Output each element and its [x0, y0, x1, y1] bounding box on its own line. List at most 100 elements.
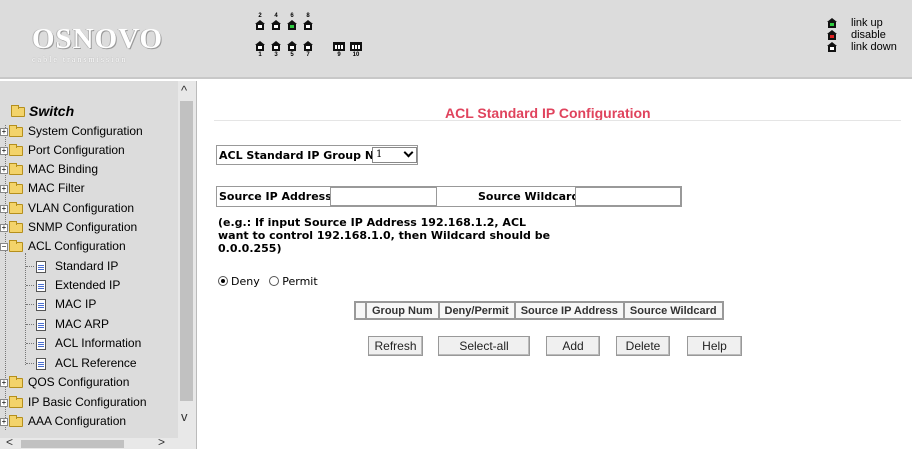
horizontal-scroll-thumb[interactable]: [21, 440, 124, 448]
acl-table: Group Num Deny/Permit Source IP Address …: [354, 301, 724, 320]
sidebar-item-mac-ip[interactable]: MAC IP: [26, 295, 96, 314]
port-6[interactable]: 6: [286, 12, 298, 30]
port-number: 8: [306, 13, 310, 19]
permit-label: Permit: [282, 275, 318, 288]
sidebar-item-label: Port Configuration: [28, 143, 125, 157]
port-1[interactable]: 1: [254, 41, 266, 59]
port-4[interactable]: 4: [270, 12, 282, 30]
port-legend: link up disable link down: [827, 17, 907, 53]
folder-icon: [9, 220, 23, 233]
scroll-right-icon[interactable]: >: [158, 436, 165, 448]
port-5[interactable]: 5: [286, 41, 298, 59]
logo-subtitle: cable transmission: [32, 55, 128, 64]
scroll-up-icon[interactable]: ^: [181, 84, 187, 97]
port-8[interactable]: 8: [302, 12, 314, 30]
sidebar-item-mac-binding[interactable]: + MAC Binding: [0, 160, 98, 179]
source-ip-input[interactable]: [330, 187, 437, 206]
expand-icon: +: [0, 397, 8, 407]
sfp-port-10[interactable]: 10: [349, 42, 363, 59]
sidebar-item-label: VLAN Configuration: [28, 201, 135, 215]
refresh-button[interactable]: Refresh: [368, 336, 423, 356]
folder-icon: [9, 395, 23, 408]
port-icon-link-up: [287, 20, 297, 30]
port-icon: [271, 20, 281, 30]
expand-icon: +: [0, 126, 8, 136]
port-3[interactable]: 3: [270, 41, 282, 59]
expand-icon: +: [0, 222, 8, 232]
add-button[interactable]: Add: [546, 336, 600, 356]
folder-icon: [9, 414, 23, 427]
deny-radio[interactable]: [218, 276, 228, 286]
sidebar-item-aaa-configuration[interactable]: + AAA Configuration: [0, 412, 126, 431]
tree-root-switch[interactable]: Switch: [11, 103, 74, 119]
sidebar-item-label: MAC Filter: [28, 181, 85, 195]
title-divider: [214, 120, 901, 121]
port-2[interactable]: 2: [254, 12, 266, 30]
delete-button[interactable]: Delete: [616, 336, 670, 356]
sidebar-item-acl-configuration[interactable]: − ACL Configuration: [0, 237, 126, 256]
group-num-select[interactable]: 1: [372, 147, 417, 163]
sfp-port-9[interactable]: 9: [332, 42, 346, 59]
sfp-icon: [333, 42, 345, 51]
legend-disable: disable: [827, 29, 907, 41]
permit-option[interactable]: Permit: [269, 275, 318, 288]
group-num-value: 1: [376, 149, 383, 160]
sidebar-vertical-scrollbar[interactable]: ^ v: [178, 81, 196, 438]
expand-icon: +: [0, 145, 8, 155]
document-icon: [36, 357, 46, 370]
sidebar-item-snmp-configuration[interactable]: + SNMP Configuration: [0, 218, 137, 237]
folder-open-icon: [11, 105, 25, 118]
table-header-row: Group Num Deny/Permit Source IP Address …: [355, 302, 723, 319]
sidebar-item-qos-configuration[interactable]: + QOS Configuration: [0, 373, 129, 392]
sidebar-item-standard-ip[interactable]: Standard IP: [26, 257, 118, 276]
sidebar-item-label: ACL Configuration: [28, 239, 126, 253]
folder-icon: [9, 201, 23, 214]
sidebar-horizontal-scrollbar[interactable]: < >: [0, 436, 196, 449]
port-icon: [303, 41, 313, 51]
sidebar-item-label: QOS Configuration: [28, 375, 130, 389]
logo-title: OSNOVO: [32, 23, 164, 55]
sidebar-item-label: MAC IP: [55, 297, 97, 311]
legend-label: disable: [851, 29, 886, 41]
sidebar-item-extended-ip[interactable]: Extended IP: [26, 276, 120, 295]
select-column-header: [355, 302, 366, 319]
port-icon: [271, 41, 281, 51]
port-icon: [255, 20, 265, 30]
sidebar-item-label: Extended IP: [55, 278, 121, 292]
page-title: ACL Standard IP Configuration: [445, 105, 651, 121]
group-num-label: ACL Standard IP Group Num:: [219, 149, 398, 162]
expand-icon: +: [0, 416, 8, 426]
sidebar-item-port-configuration[interactable]: + Port Configuration: [0, 141, 125, 160]
legend-link-up: link up: [827, 17, 907, 29]
deny-option[interactable]: Deny: [218, 275, 260, 288]
sidebar-item-system-configuration[interactable]: + System Configuration: [0, 122, 143, 141]
sidebar-item-vlan-configuration[interactable]: + VLAN Configuration: [0, 199, 134, 218]
folder-icon: [9, 124, 23, 137]
scroll-down-icon[interactable]: v: [181, 410, 188, 423]
sidebar-item-ip-basic-configuration[interactable]: + IP Basic Configuration: [0, 393, 147, 412]
vertical-scroll-thumb[interactable]: [180, 101, 193, 401]
scroll-left-icon[interactable]: <: [6, 436, 13, 448]
document-icon: [36, 260, 46, 273]
select-all-button[interactable]: Select-all: [438, 336, 530, 356]
port-number: 10: [352, 52, 360, 58]
sidebar-item-acl-information[interactable]: ACL Information: [26, 334, 141, 353]
sidebar-item-mac-arp[interactable]: MAC ARP: [26, 315, 109, 334]
sidebar-item-label: SNMP Configuration: [28, 220, 138, 234]
sidebar-item-mac-filter[interactable]: + MAC Filter: [0, 179, 85, 198]
help-button[interactable]: Help: [687, 336, 742, 356]
column-header-group-num: Group Num: [366, 302, 439, 319]
port-number: 5: [290, 52, 294, 58]
port-number: 2: [258, 13, 262, 19]
source-wildcard-label: Source Wildcard: [478, 190, 580, 203]
sidebar-item-acl-reference[interactable]: ACL Reference: [26, 354, 137, 373]
source-ip-label: Source IP Address: [219, 190, 332, 203]
document-icon: [36, 337, 46, 350]
port-7[interactable]: 7: [302, 41, 314, 59]
source-wildcard-input[interactable]: [575, 187, 681, 206]
action-radio-group: Deny Permit: [218, 275, 318, 288]
port-number: 6: [290, 13, 294, 19]
folder-icon: [9, 162, 23, 175]
port-number: 7: [306, 52, 310, 58]
permit-radio[interactable]: [269, 276, 280, 286]
